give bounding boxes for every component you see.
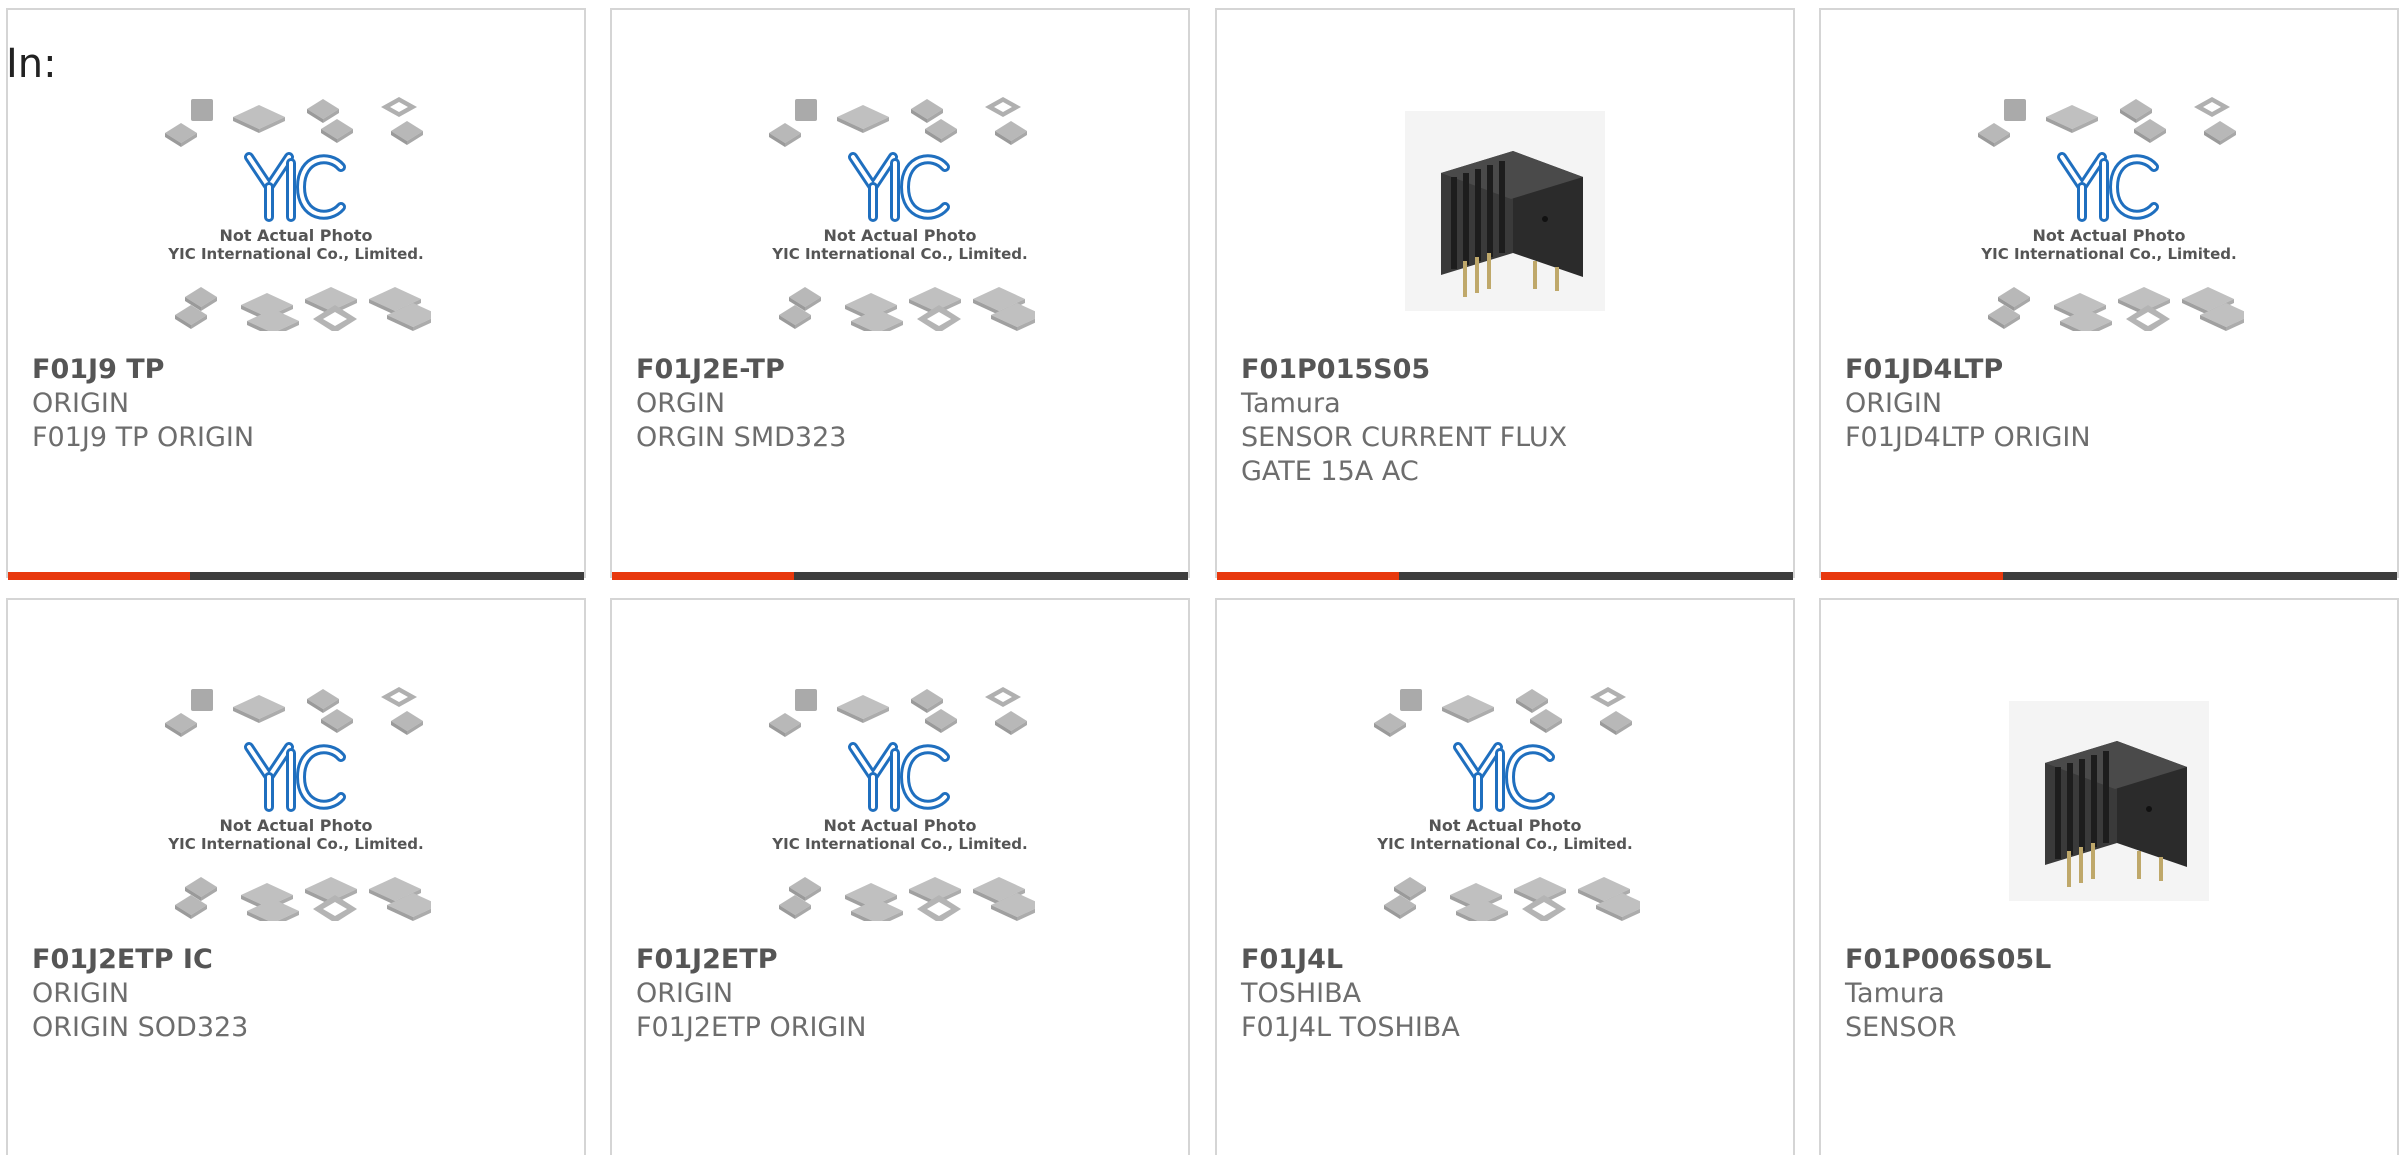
placeholder-photo: Not Actual Photo YIC International Co., … xyxy=(765,681,1035,921)
product-card[interactable]: Not Actual Photo YIC International Co., … xyxy=(610,8,1190,580)
part-number[interactable]: F01J2ETP IC xyxy=(32,943,560,977)
manufacturer: ORIGIN xyxy=(32,978,130,1009)
svg-text:YIC International Co., Limited: YIC International Co., Limited. xyxy=(167,245,423,263)
product-card[interactable]: Not Actual Photo YIC International Co., … xyxy=(610,598,1190,1155)
placeholder-photo: Not Actual Photo YIC International Co., … xyxy=(161,91,431,331)
product-image: Not Actual Photo YIC International Co., … xyxy=(8,70,584,352)
description: ORGIN SMD323 xyxy=(636,422,847,453)
manufacturer: Tamura xyxy=(1845,978,1945,1009)
part-number[interactable]: F01J4L xyxy=(1241,943,1769,977)
card-bar-accent xyxy=(8,572,190,580)
svg-text:YIC International Co., Limited: YIC International Co., Limited. xyxy=(1376,835,1632,853)
placeholder-photo: Not Actual Photo YIC International Co., … xyxy=(1370,681,1640,921)
product-card[interactable]: Not Actual Photo YIC International Co., … xyxy=(6,598,586,1155)
product-image xyxy=(1821,660,2397,942)
description: SENSOR CURRENT FLUX GATE 15A AC xyxy=(1241,422,1568,487)
product-card[interactable]: F01P015S05 Tamura SENSOR CURRENT FLUX GA… xyxy=(1215,8,1795,580)
svg-text:Not Actual Photo: Not Actual Photo xyxy=(219,226,372,245)
product-image: Not Actual Photo YIC International Co., … xyxy=(1217,660,1793,942)
card-bar xyxy=(1217,572,1793,580)
product-image: Not Actual Photo YIC International Co., … xyxy=(612,70,1188,352)
manufacturer: ORIGIN xyxy=(636,978,734,1009)
product-image: Not Actual Photo YIC International Co., … xyxy=(612,660,1188,942)
part-number[interactable]: F01J2ETP xyxy=(636,943,1164,977)
product-card[interactable]: Not Actual Photo YIC International Co., … xyxy=(6,8,586,580)
part-number[interactable]: F01P006S05L xyxy=(1845,943,2373,977)
svg-text:Not Actual Photo: Not Actual Photo xyxy=(823,816,976,835)
description: F01J9 TP ORIGIN xyxy=(32,422,255,453)
card-bar xyxy=(612,572,1188,580)
manufacturer: ORIGIN xyxy=(1845,388,1943,419)
svg-text:Not Actual Photo: Not Actual Photo xyxy=(1428,816,1581,835)
product-image: Not Actual Photo YIC International Co., … xyxy=(1821,70,2397,352)
card-bar-accent xyxy=(612,572,794,580)
current-sensor-photo xyxy=(1405,111,1605,311)
svg-text:YIC International Co., Limited: YIC International Co., Limited. xyxy=(771,835,1027,853)
current-sensor-photo xyxy=(2009,701,2209,901)
part-number[interactable]: F01J2E-TP xyxy=(636,353,1164,387)
product-card[interactable]: Not Actual Photo YIC International Co., … xyxy=(1819,8,2399,580)
page-heading: In: xyxy=(6,41,57,87)
description: SENSOR xyxy=(1845,1012,1957,1043)
product-grid-page: In: Not Actual Photo YIC International C… xyxy=(0,0,2400,1155)
svg-text:YIC International Co., Limited: YIC International Co., Limited. xyxy=(771,245,1027,263)
description: ORIGIN SOD323 xyxy=(32,1012,249,1043)
placeholder-photo: Not Actual Photo YIC International Co., … xyxy=(765,91,1035,331)
part-number[interactable]: F01J9 TP xyxy=(32,353,560,387)
svg-text:YIC International Co., Limited: YIC International Co., Limited. xyxy=(1980,245,2236,263)
card-bar xyxy=(8,572,584,580)
part-number[interactable]: F01P015S05 xyxy=(1241,353,1769,387)
svg-text:Not Actual Photo: Not Actual Photo xyxy=(823,226,976,245)
part-number[interactable]: F01JD4LTP xyxy=(1845,353,2373,387)
product-card[interactable]: F01P006S05L Tamura SENSOR xyxy=(1819,598,2399,1155)
description: F01JD4LTP ORIGIN xyxy=(1845,422,2091,453)
svg-text:Not Actual Photo: Not Actual Photo xyxy=(2032,226,2185,245)
svg-text:YIC International Co., Limited: YIC International Co., Limited. xyxy=(167,835,423,853)
manufacturer: TOSHIBA xyxy=(1241,978,1362,1009)
manufacturer: ORGIN xyxy=(636,388,726,419)
product-image: Not Actual Photo YIC International Co., … xyxy=(8,660,584,942)
card-bar-accent xyxy=(1217,572,1399,580)
description: F01J2ETP ORIGIN xyxy=(636,1012,867,1043)
description: F01J4L TOSHIBA xyxy=(1241,1012,1460,1043)
placeholder-photo: Not Actual Photo YIC International Co., … xyxy=(161,681,431,921)
product-image xyxy=(1217,70,1793,352)
manufacturer: Tamura xyxy=(1241,388,1341,419)
placeholder-photo: Not Actual Photo YIC International Co., … xyxy=(1974,91,2244,331)
product-card[interactable]: Not Actual Photo YIC International Co., … xyxy=(1215,598,1795,1155)
svg-text:Not Actual Photo: Not Actual Photo xyxy=(219,816,372,835)
manufacturer: ORIGIN xyxy=(32,388,130,419)
card-bar xyxy=(1821,572,2397,580)
card-bar-accent xyxy=(1821,572,2003,580)
